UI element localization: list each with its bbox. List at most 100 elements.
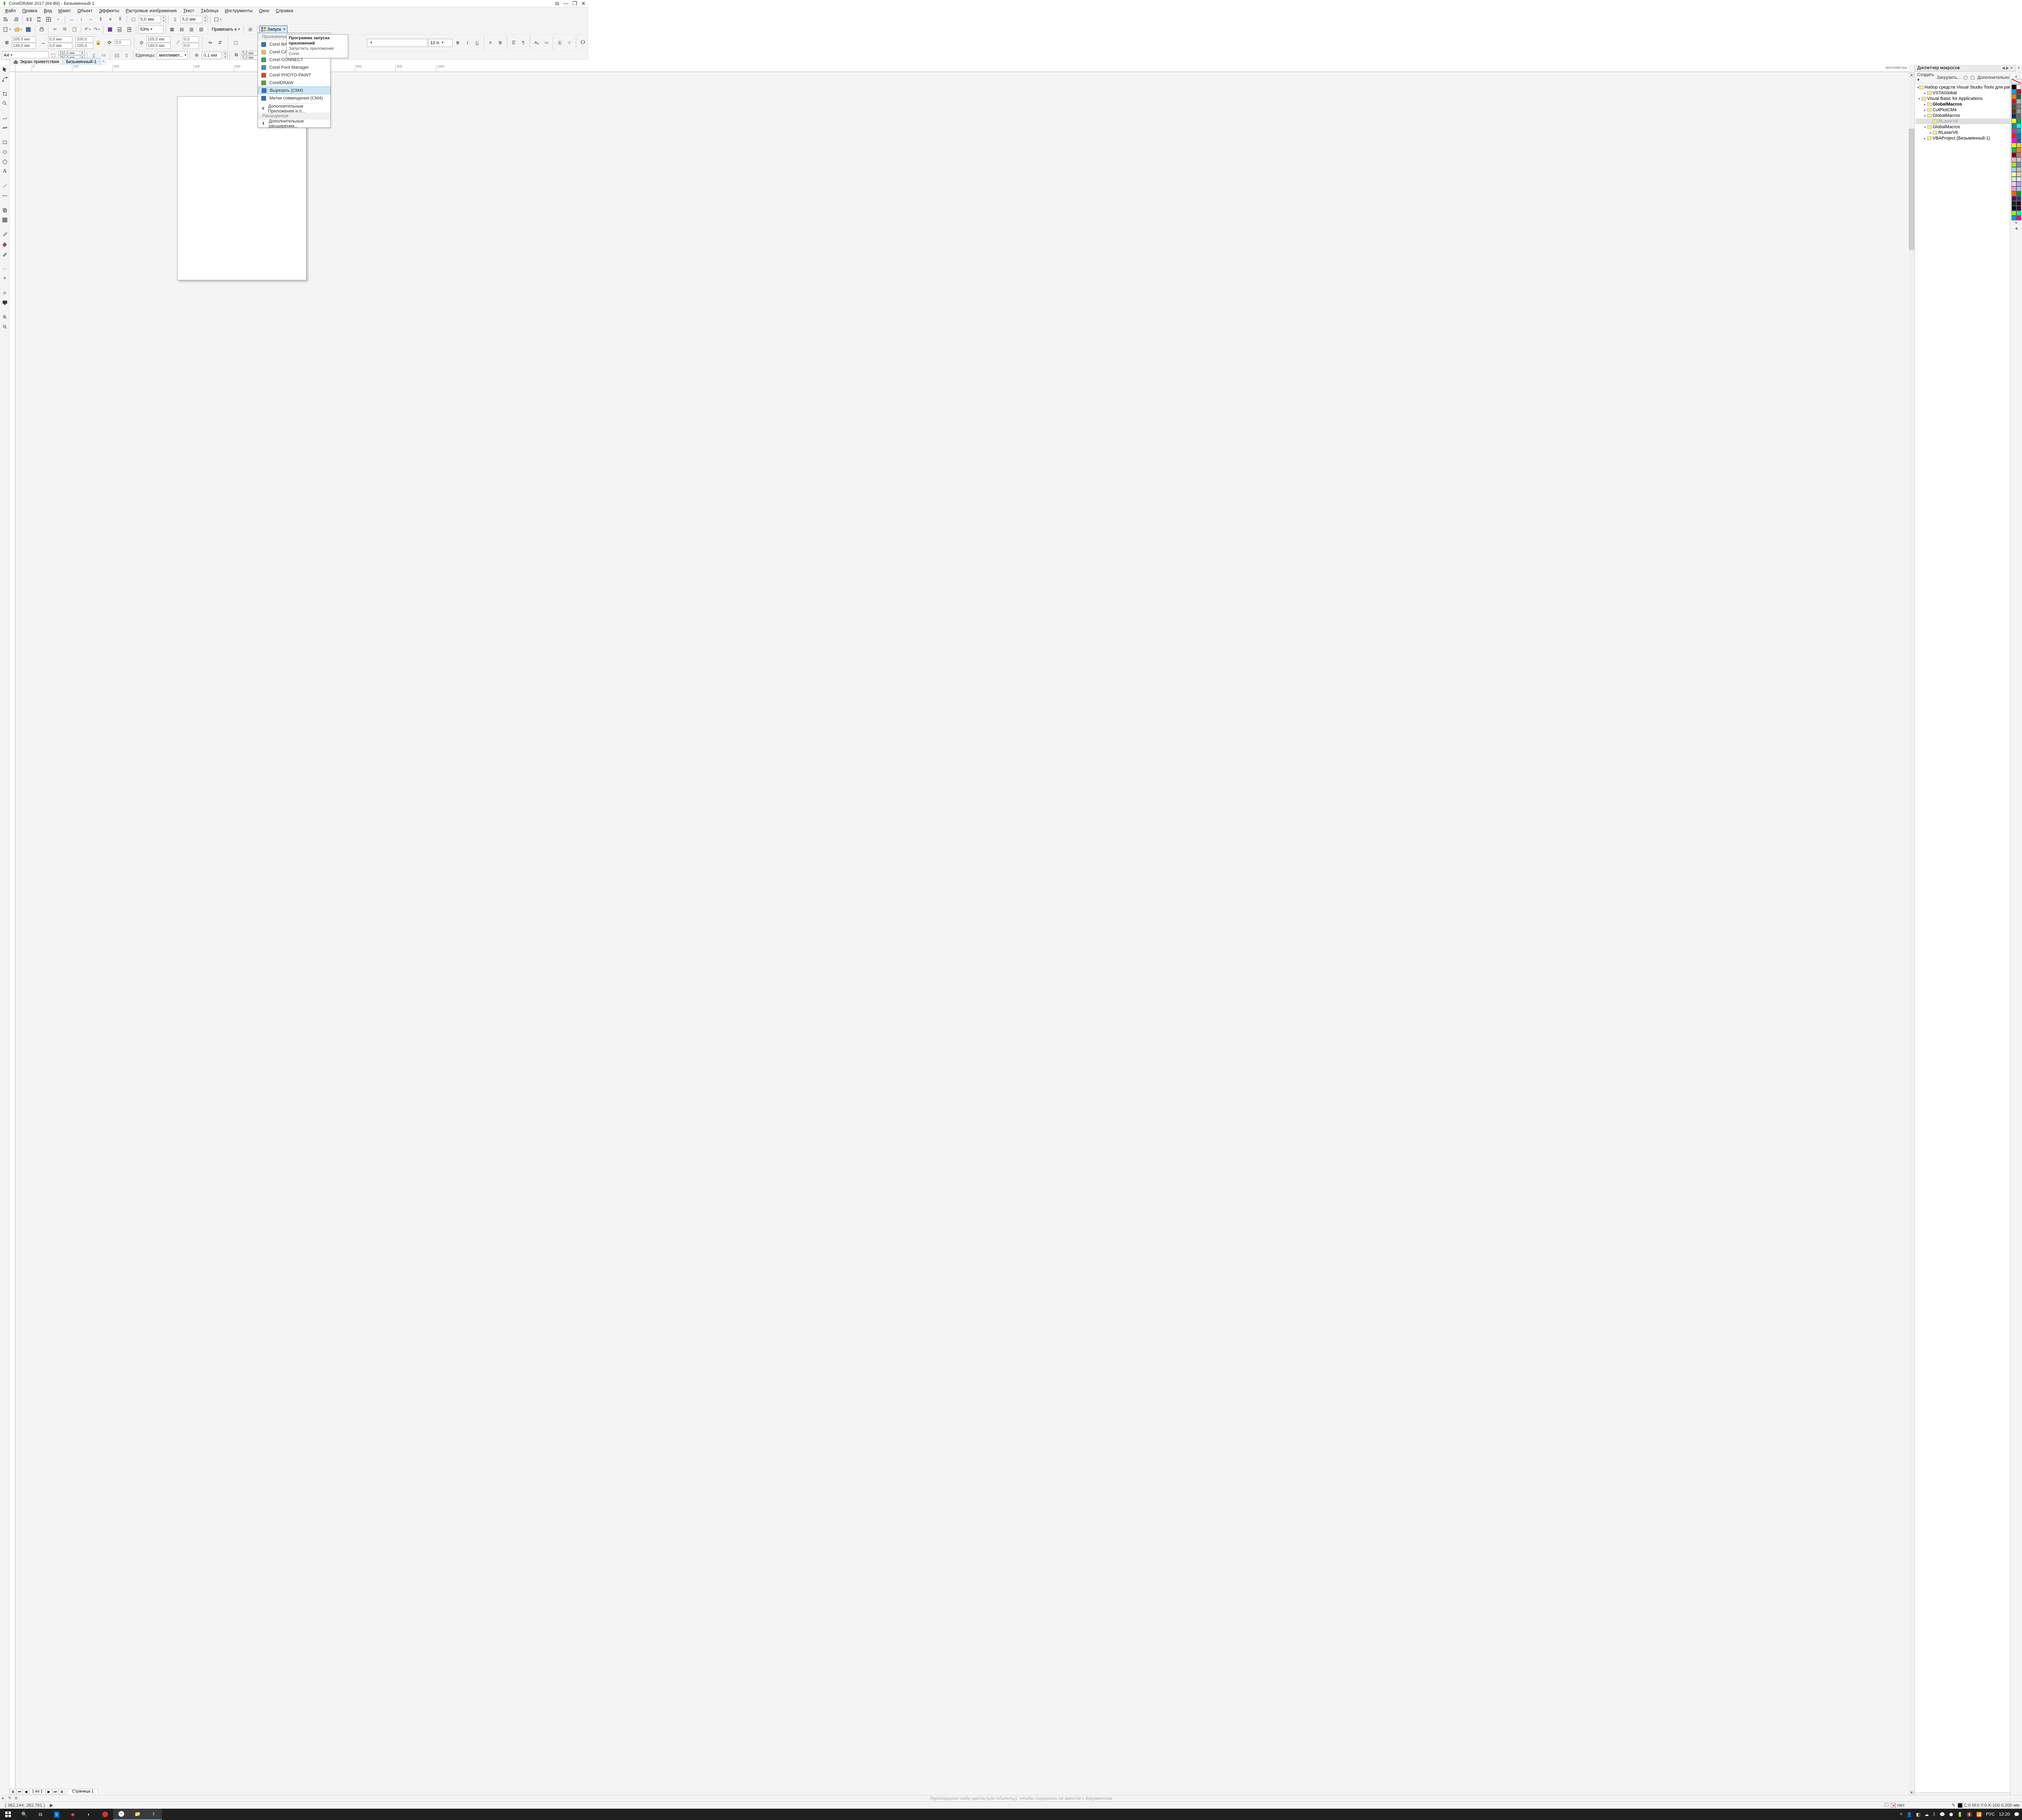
- apply-icon[interactable]: ▢: [231, 38, 240, 47]
- crop-tool-icon[interactable]: [1, 90, 9, 98]
- outline-tool-icon[interactable]: [1, 250, 9, 258]
- bold-button[interactable]: B: [453, 38, 462, 47]
- palette-up-icon[interactable]: ▲: [2014, 74, 2019, 79]
- color-swatch[interactable]: [2016, 196, 2021, 201]
- next-page[interactable]: ▶: [46, 1789, 52, 1795]
- tab-welcome[interactable]: Экран приветствия: [10, 58, 63, 65]
- font-combo[interactable]: ▼: [367, 39, 427, 47]
- tree-node[interactable]: ▸VSTAGlobal: [1916, 90, 2015, 96]
- last-page[interactable]: ⏭: [52, 1789, 59, 1795]
- task-app2[interactable]: ◆: [65, 1809, 81, 1820]
- polygon-tool-icon[interactable]: [1, 158, 9, 166]
- units-combo[interactable]: миллимет...▼: [157, 51, 188, 59]
- ellipse-tool-icon[interactable]: [1, 148, 9, 156]
- tray-wifi-icon[interactable]: 📶: [1976, 1812, 1982, 1817]
- rotate-input[interactable]: [114, 40, 131, 46]
- launch-menu-item[interactable]: Вырезать (CM4): [258, 87, 330, 94]
- prev-page[interactable]: ◀: [23, 1789, 29, 1795]
- color-swatch[interactable]: [2011, 152, 2016, 157]
- all-pages-icon[interactable]: ▯▯: [112, 51, 121, 60]
- spinner[interactable]: ▲▼: [203, 16, 208, 23]
- menu-item[interactable]: Макет: [55, 8, 74, 13]
- launch-button[interactable]: Запуск▼: [259, 25, 288, 34]
- monitor-tool-icon[interactable]: [1, 298, 9, 307]
- pos-x[interactable]: [12, 36, 36, 42]
- color-swatch[interactable]: [2016, 172, 2021, 177]
- color-swatch[interactable]: [2011, 99, 2016, 104]
- size-h[interactable]: [48, 43, 72, 49]
- save-button[interactable]: [24, 25, 33, 34]
- launch-more-ext[interactable]: ⬇ Дополнительные расширения...: [258, 120, 330, 127]
- tree-twisty-icon[interactable]: ▸: [1923, 137, 1927, 140]
- color-swatch[interactable]: [2011, 186, 2016, 191]
- tree-twisty-icon[interactable]: ▾: [1923, 125, 1927, 129]
- tab-document[interactable]: Безымянный-1: [62, 58, 100, 65]
- dock-btn2[interactable]: ▢: [1969, 74, 1975, 81]
- color-swatch[interactable]: [2016, 138, 2021, 143]
- cut-button[interactable]: ✂: [51, 25, 59, 34]
- dock-close-icon[interactable]: ✕: [2010, 66, 2013, 70]
- to-page-v-icon[interactable]: ▯: [171, 15, 180, 24]
- equal-v-icon[interactable]: ⦀: [116, 15, 125, 24]
- align-left-icon[interactable]: [2, 15, 11, 24]
- scale-y[interactable]: [76, 43, 93, 49]
- color-swatch[interactable]: [2016, 109, 2021, 114]
- align-right-icon[interactable]: [11, 15, 20, 24]
- macro-tree[interactable]: ▾Набор средств Visual Studio Tools для р…: [1915, 84, 2016, 1792]
- color-swatch[interactable]: [2011, 119, 2016, 123]
- color-swatch[interactable]: [2016, 206, 2021, 211]
- letter-o-icon[interactable]: O: [578, 38, 587, 47]
- color-swatch[interactable]: [2011, 191, 2016, 196]
- color-proof-icon[interactable]: 🖵: [1882, 1803, 1891, 1808]
- copy-button[interactable]: ⧉: [60, 25, 69, 34]
- font-size-combo[interactable]: 12 п.▼: [428, 39, 453, 47]
- center-y[interactable]: [146, 43, 171, 49]
- minimize-button[interactable]: —: [563, 0, 568, 7]
- launch-menu-item[interactable]: Метки совмещения (CM4): [258, 94, 330, 102]
- dimension-tool-icon[interactable]: [1, 192, 9, 200]
- menu-item[interactable]: Окно: [256, 8, 273, 13]
- tree-twisty-icon[interactable]: ▸: [1929, 131, 1933, 135]
- launch-menu-item[interactable]: Corel PHOTO-PAINT: [258, 71, 330, 79]
- menu-item[interactable]: Вид: [40, 8, 55, 13]
- color-swatch[interactable]: [2011, 138, 2016, 143]
- skew-x[interactable]: [183, 36, 199, 42]
- search-icon[interactable]: [106, 25, 114, 34]
- color-swatch[interactable]: [2011, 167, 2016, 172]
- pick-tool-icon[interactable]: [1, 66, 9, 74]
- distribute-h-icon[interactable]: [25, 15, 34, 24]
- shadow-tool-icon[interactable]: [1, 206, 9, 214]
- center-x[interactable]: [146, 36, 171, 42]
- color-swatch[interactable]: [2011, 104, 2016, 109]
- node-icon[interactable]: ▫: [54, 15, 63, 24]
- options-icon[interactable]: [212, 15, 223, 24]
- tree-node[interactable]: ▸CutPlotCM4: [1916, 107, 2015, 113]
- task-coreldraw[interactable]: [146, 1809, 162, 1820]
- first-page[interactable]: ⏮: [16, 1789, 23, 1795]
- color-swatch[interactable]: [2011, 172, 2016, 177]
- menu-item[interactable]: Растровые изображения: [123, 8, 180, 13]
- zoom-in-icon[interactable]: [1, 313, 9, 321]
- menu-item[interactable]: Эффекты: [96, 8, 123, 13]
- artistic-tool-icon[interactable]: [1, 124, 9, 132]
- color-swatch[interactable]: [2016, 216, 2021, 220]
- color-swatch[interactable]: [2011, 89, 2016, 94]
- menu-item[interactable]: Текст: [180, 8, 198, 13]
- tray-up-icon[interactable]: ˄: [1900, 1812, 1902, 1817]
- tree-node[interactable]: ▾GlobalMacros: [1916, 113, 2015, 119]
- tree-node[interactable]: RLaserV6: [1916, 119, 2015, 124]
- dock-btn1[interactable]: ▢: [1963, 74, 1969, 81]
- color-swatch[interactable]: [2011, 109, 2016, 114]
- color-swatch[interactable]: [2016, 99, 2021, 104]
- tree-twisty-icon[interactable]: ▾: [1917, 97, 1921, 101]
- color-swatch[interactable]: [2016, 133, 2021, 138]
- dock-prev-icon[interactable]: ◀: [2002, 66, 2005, 70]
- color-swatch[interactable]: [2016, 94, 2021, 99]
- add-page-before[interactable]: ⊞: [10, 1789, 16, 1795]
- overflow-icon[interactable]: ⧉: [555, 0, 559, 7]
- shape-tool-icon[interactable]: [1, 75, 9, 83]
- current-page-icon[interactable]: ▯: [122, 51, 131, 60]
- fullscreen-icon[interactable]: ▦: [168, 25, 177, 34]
- color-swatch[interactable]: [2011, 177, 2016, 182]
- tree-twisty-icon[interactable]: ▾: [1923, 114, 1927, 118]
